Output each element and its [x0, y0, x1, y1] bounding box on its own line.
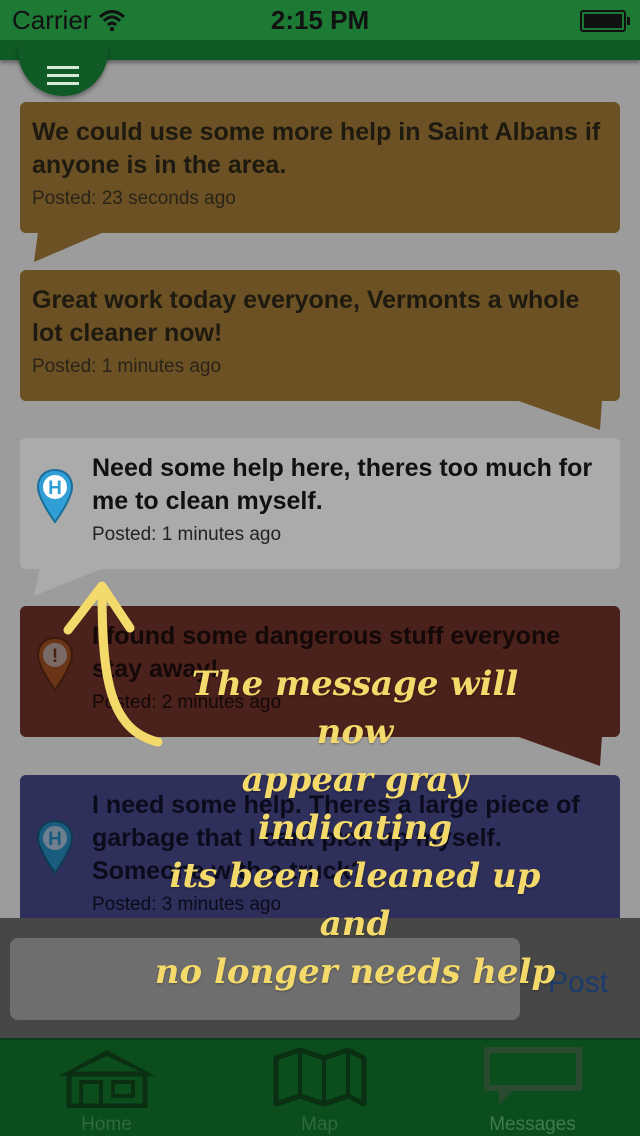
- annotation-callout: The message will now appear gray indicat…: [150, 660, 560, 996]
- tab-messages[interactable]: Messages: [426, 1040, 639, 1136]
- tab-map-label: Map: [301, 1114, 338, 1135]
- annotation-line: The message will now: [191, 664, 519, 752]
- message-timestamp: Posted: 1 minutes ago: [92, 524, 282, 545]
- menu-icon: [47, 66, 79, 69]
- tab-messages-label: Messages: [489, 1114, 576, 1135]
- bubble-tail: [516, 400, 602, 430]
- annotation-line: appear gray indicating: [241, 760, 469, 848]
- menu-icon-line: [47, 82, 79, 85]
- status-bar: Carrier 2:15 PM: [0, 0, 640, 40]
- tab-home[interactable]: Home: [0, 1040, 213, 1136]
- message-text: Need some help here, theres too much for…: [92, 454, 593, 515]
- message-bubble[interactable]: We could use some more help in Saint Alb…: [20, 102, 620, 233]
- map-icon: [273, 1047, 366, 1107]
- menu-button[interactable]: [18, 44, 108, 96]
- tab-bar: Home Map Messages: [0, 1038, 640, 1136]
- tab-map[interactable]: Map: [213, 1040, 426, 1136]
- message-timestamp: Posted: 23 seconds ago: [32, 188, 236, 209]
- house-icon: [58, 1050, 155, 1108]
- svg-text:H: H: [48, 829, 62, 850]
- annotation-line: no longer needs help: [154, 952, 556, 992]
- svg-text:H: H: [48, 478, 62, 499]
- message-timestamp: Posted: 1 minutes ago: [32, 356, 222, 377]
- tab-home-label: Home: [81, 1114, 132, 1135]
- help-pin-icon: H: [36, 468, 74, 524]
- menu-icon-line: [47, 74, 79, 77]
- message-text: We could use some more help in Saint Alb…: [32, 118, 601, 179]
- clock: 2:15 PM: [270, 5, 370, 35]
- message-bubble[interactable]: Great work today everyone, Vermonts a wh…: [20, 270, 620, 401]
- message-text: Great work today everyone, Vermonts a wh…: [32, 286, 580, 347]
- chat-bubble-icon: [483, 1047, 582, 1104]
- bubble-tail: [34, 232, 104, 262]
- battery-icon: [580, 10, 630, 32]
- annotation-line: its been cleaned up and: [169, 856, 541, 944]
- message-bubble-resolved[interactable]: H Need some help here, theres too much f…: [20, 438, 620, 569]
- help-pin-icon: H: [36, 819, 74, 875]
